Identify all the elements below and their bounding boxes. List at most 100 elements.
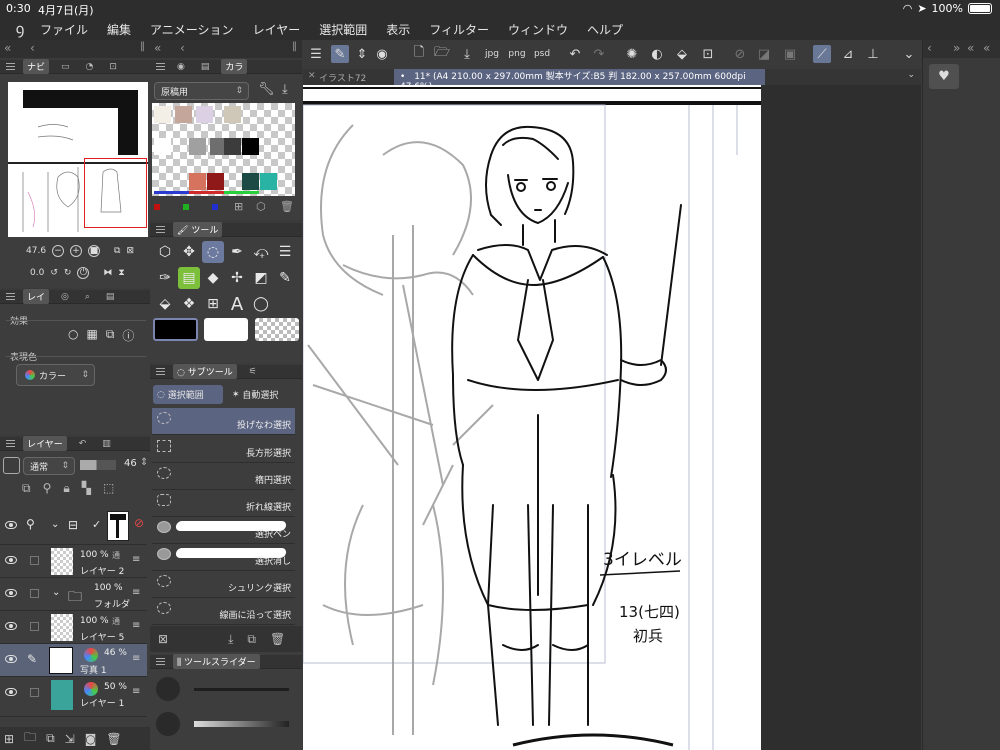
fit-window-icon[interactable]: ⊠ [126,246,134,256]
invert-selection-icon[interactable]: ◪ [755,45,773,63]
layer-check[interactable] [30,556,39,565]
companion-icon[interactable]: ◉ [373,45,391,63]
collapse-icon[interactable]: « [983,41,990,55]
undo-icon[interactable]: ↶ [566,45,584,63]
sub-color-chip[interactable] [204,318,248,341]
chevron-down-icon[interactable]: ⌄ [907,70,915,80]
chevron-updown-icon[interactable]: ⇕ [353,45,371,63]
subtool-shrink-selection[interactable]: シュリンク選択 [152,571,295,598]
blend-mode-select[interactable]: 通常 ⇕ [23,457,75,475]
tab-search-icon[interactable]: ⌕ [81,291,94,303]
swatch[interactable] [196,106,213,123]
swatch[interactable] [224,138,241,155]
swatch[interactable] [207,173,224,190]
subtool-polyline-selection[interactable]: 折れ線選択 [152,490,295,517]
border-effect-icon[interactable]: ○ [68,327,78,344]
menu-selection[interactable]: 選択範囲 [319,21,367,38]
transparent-color-chip[interactable] [255,318,299,341]
hamburger-icon[interactable]: ≡ [132,554,140,565]
transfer-icon[interactable]: ⇲ [65,732,75,746]
chevron-left-icon[interactable]: ‹ [30,41,35,55]
color-set-select[interactable]: 原稿用 ⇕ [154,82,249,100]
layer-row[interactable]: ⚲ ⌄ ⊟ ✓ ⊘ [0,507,147,545]
lock-transparent-icon[interactable]: ▚ [82,481,91,496]
import-icon[interactable]: ⤓ [282,82,288,97]
tab-layer-property[interactable]: レイ [23,289,50,304]
tab-navigator[interactable]: ナビ [23,59,50,74]
swatch[interactable] [260,173,277,190]
menu-grip-icon[interactable] [156,658,165,665]
zoom-out-icon[interactable]: − [52,245,65,257]
layer-row[interactable]: 100 % 通 レイヤー 5 ≡ [0,611,147,644]
mask-icon[interactable]: ⬚ [103,481,114,496]
add-color-icon[interactable]: ⊞ [234,200,243,213]
layer-check[interactable] [30,589,39,598]
tab-material-icon[interactable]: ▤ [102,291,119,303]
swatch[interactable] [224,106,241,123]
gradient-line-tool-icon[interactable]: ☰ [274,241,296,263]
subtool-lineart-selection[interactable]: 線画に沿って選択 [152,598,295,625]
layer-row[interactable]: 50 % レイヤー 1 ≡ [0,677,147,717]
collapse-left-icon[interactable]: « [4,41,11,55]
layer-check[interactable] [30,622,39,631]
chevron-updown-icon[interactable]: ⇕ [140,457,148,468]
menu-file[interactable]: ファイル [40,21,88,38]
menu-filter[interactable]: フィルター [429,21,489,38]
save-icon[interactable]: ⤓ [458,45,476,63]
menu-animation[interactable]: アニメーション [150,21,234,38]
tab-history-icon[interactable]: ⊡ [105,61,121,73]
tab-color-wheel-icon[interactable]: ◉ [173,61,189,73]
rotate-left-icon[interactable]: ↺ [50,268,58,278]
rotate-right-icon[interactable]: ↻ [64,268,72,278]
text-tool-icon[interactable]: A [226,293,248,315]
fill-tool-icon[interactable]: ◩ [250,267,272,289]
deselect-icon[interactable]: ⊘ [731,45,749,63]
tab-tool[interactable]: 🖌︎ ツール [173,222,223,237]
hamburger-icon[interactable]: ☰ [307,45,325,63]
tab-info-icon[interactable]: ◔ [82,61,98,73]
brush-size-slider[interactable] [194,688,289,691]
close-tab-icon[interactable]: ✕ [308,71,316,81]
menu-grip-icon[interactable] [6,440,15,447]
menu-edit[interactable]: 編集 [107,21,131,38]
check-icon[interactable]: ✓ [92,518,101,531]
snap-ruler-icon[interactable]: ⟋ [813,45,831,63]
pen-tool-icon[interactable]: ✑ [154,267,176,289]
rotate-reset-icon[interactable]: ⏻ [77,267,90,279]
eye-icon[interactable] [5,622,17,630]
menu-window[interactable]: ウィンドウ [508,21,568,38]
subtool-group-selection[interactable]: ◌ 選択範囲 [153,385,223,404]
tab-layer[interactable]: レイヤー [23,436,67,451]
favorites-heart-icon[interactable]: ♥ [929,64,959,89]
menu-grip-icon[interactable] [156,368,165,375]
trash-icon[interactable]: 🗑︎ [106,732,121,746]
export-png-icon[interactable]: png [508,45,526,63]
duplicate-icon[interactable]: ⧉ [247,632,256,647]
layer-row-selected[interactable]: ✎ 46 % 写真 1 ≡ [0,644,147,677]
trash-icon[interactable]: 🗑︎ [280,200,294,213]
menu-grip-icon[interactable] [156,63,165,70]
chevron-left-icon[interactable]: ‹ [180,41,185,55]
swatch[interactable] [242,138,259,155]
flip-vertical-icon[interactable]: ⧗ [118,268,124,278]
tab-tool-slider[interactable]: ⫼ ツールスライダー [173,654,260,669]
resize-handle-icon[interactable]: ‖ [292,41,297,52]
flip-horizontal-icon[interactable]: ⧓ [103,268,112,278]
resize-handle-icon[interactable]: ‖ [140,41,145,52]
export-psd-icon[interactable]: psd [533,45,551,63]
edit-mode-icon[interactable]: ✎ [331,45,349,63]
eraser-tool-icon[interactable]: ◆ [202,267,224,289]
bucket-tool-icon[interactable]: ⬙ [154,293,176,315]
opacity-slider[interactable] [80,460,116,470]
fill-bucket-icon[interactable]: ⬙ [673,45,691,63]
hamburger-icon[interactable]: ≡ [132,587,140,598]
new-raster-layer-icon[interactable]: ⊞ [4,732,14,746]
mask-disabled-icon[interactable]: ⊘ [134,516,144,530]
opacity-slider[interactable] [194,721,289,727]
chevron-left-icon[interactable]: ‹ [927,41,932,55]
tab-color-set[interactable]: カラ [221,59,248,74]
eye-icon[interactable] [5,589,17,597]
trash-icon[interactable]: 🗑︎ [270,632,285,646]
tab-subtool[interactable]: ◌ サブツール [173,364,237,379]
clip-icon[interactable]: ⧉ [22,481,31,496]
